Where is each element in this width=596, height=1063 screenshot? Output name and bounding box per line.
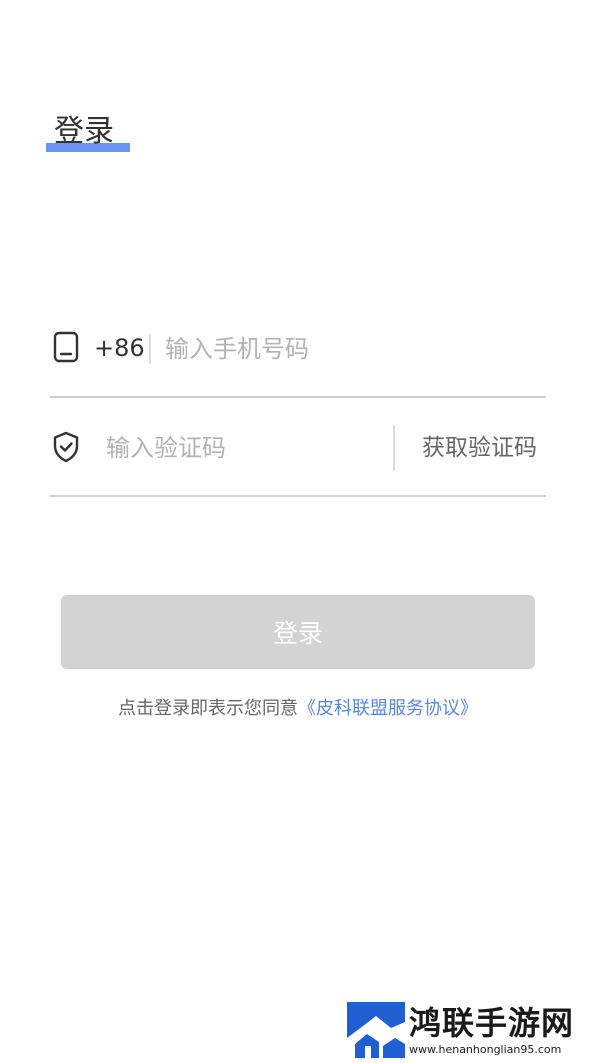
shield-check-icon	[52, 431, 80, 463]
phone-icon	[52, 331, 80, 363]
house-logo-icon	[347, 1002, 405, 1058]
watermark-name: 鸿联手游网	[409, 1004, 575, 1042]
verification-code-input[interactable]	[106, 430, 386, 466]
login-button[interactable]: 登录	[61, 595, 535, 669]
phone-input[interactable]	[165, 331, 535, 367]
country-code-divider	[149, 334, 151, 364]
country-code[interactable]: +86	[94, 332, 145, 364]
page-title: 登录	[54, 114, 114, 149]
get-code-divider	[393, 425, 395, 471]
agreement-text: 点击登录即表示您同意《皮科联盟服务协议》	[0, 696, 596, 722]
page-title-block: 登录	[46, 112, 130, 154]
phone-row: +86	[50, 298, 546, 398]
watermark-url: www.henanhonglian95.com	[409, 1043, 562, 1056]
watermark: 鸿联手游网 www.henanhonglian95.com	[347, 1000, 592, 1060]
service-agreement-link[interactable]: 《皮科联盟服务协议》	[298, 698, 478, 719]
agreement-prefix: 点击登录即表示您同意	[118, 698, 298, 719]
get-code-button[interactable]: 获取验证码	[422, 430, 537, 466]
code-row: 获取验证码	[50, 397, 546, 497]
